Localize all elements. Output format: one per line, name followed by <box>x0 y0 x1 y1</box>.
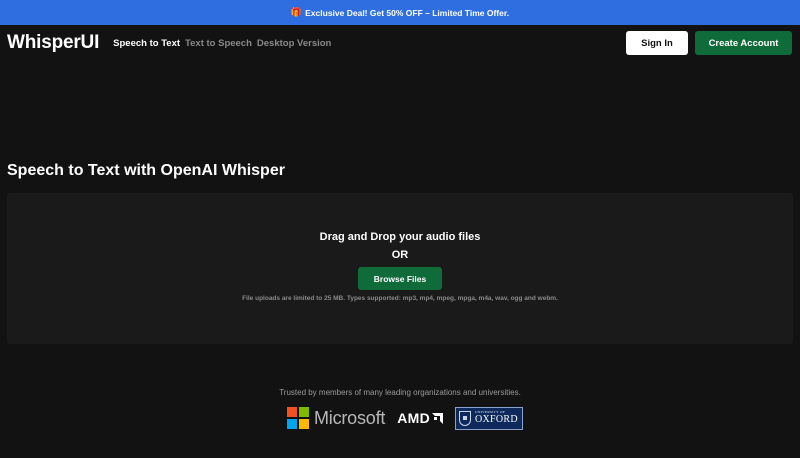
nav-desktop-version[interactable]: Desktop Version <box>257 38 331 49</box>
gift-icon: 🎁 <box>290 7 303 17</box>
file-dropzone[interactable]: Drag and Drop your audio files OR Browse… <box>7 193 793 344</box>
oxford-logo: UNIVERSITY OF OXFORD <box>455 406 523 430</box>
page-title: Speech to Text with OpenAI Whisper <box>7 162 285 179</box>
sign-in-button[interactable]: Sign In <box>626 31 688 55</box>
logo[interactable]: WhisperUI <box>7 32 99 54</box>
amd-logo: AMD <box>397 410 443 426</box>
partner-logos: Microsoft AMD UNIVERSITY OF OXFORD <box>0 405 800 431</box>
upload-limit-note: File uploads are limited to 25 MB. Types… <box>242 295 558 302</box>
auth-actions: Sign In Create Account <box>626 31 792 55</box>
oxford-wordmark: OXFORD <box>475 413 518 425</box>
dropzone-heading: Drag and Drop your audio files <box>319 231 481 243</box>
browse-files-button[interactable]: Browse Files <box>358 267 442 290</box>
top-navbar: WhisperUI Speech to Text Text to Speech … <box>0 25 800 61</box>
main-nav: Speech to Text Text to Speech Desktop Ve… <box>113 38 331 49</box>
nav-speech-to-text[interactable]: Speech to Text <box>113 38 180 49</box>
amd-arrow-icon <box>432 412 443 424</box>
create-account-button[interactable]: Create Account <box>695 31 792 55</box>
trusted-by-text: Trusted by members of many leading organ… <box>279 388 521 397</box>
amd-wordmark: AMD <box>397 410 430 426</box>
promo-banner[interactable]: 🎁 Exclusive Deal! Get 50% OFF – Limited … <box>0 0 800 25</box>
nav-text-to-speech[interactable]: Text to Speech <box>185 38 252 49</box>
dropzone-or: OR <box>391 249 409 261</box>
microsoft-logo: Microsoft <box>286 407 386 429</box>
oxford-crest-icon <box>459 410 471 426</box>
microsoft-wordmark: Microsoft <box>313 407 386 428</box>
microsoft-squares-icon <box>286 407 309 429</box>
promo-text: Exclusive Deal! Get 50% OFF – Limited Ti… <box>305 7 510 18</box>
